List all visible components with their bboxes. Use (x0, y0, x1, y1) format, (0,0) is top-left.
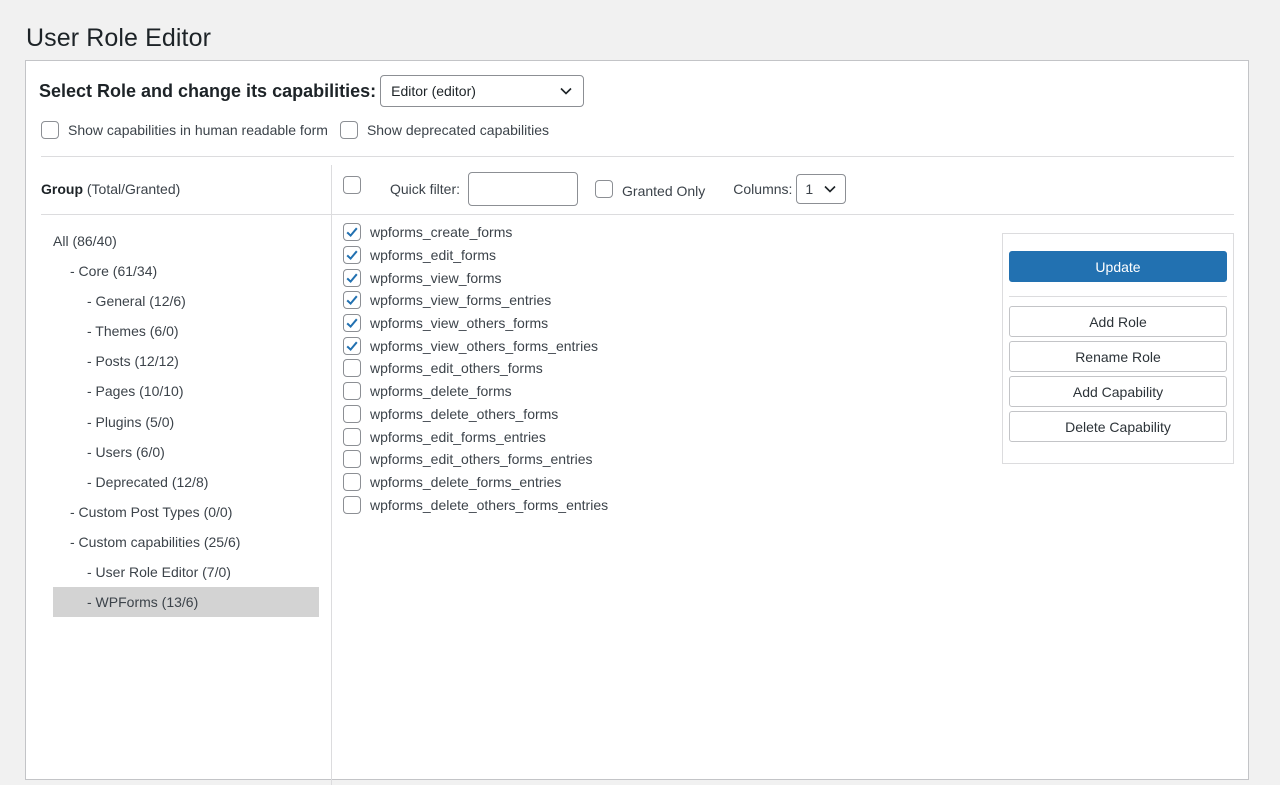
role-select[interactable]: Editor (editor) (380, 75, 585, 107)
update-button[interactable]: Update (1009, 251, 1227, 282)
capability-row: wpforms_create_forms (343, 221, 608, 244)
capability-row: wpforms_view_forms (343, 266, 608, 289)
check-icon (346, 273, 358, 283)
capability-label: wpforms_edit_forms_entries (370, 428, 546, 445)
capability-label: wpforms_edit_others_forms (370, 360, 543, 377)
capability-checkbox[interactable] (343, 223, 361, 242)
group-item[interactable]: - Posts (12/12) (53, 346, 319, 376)
capability-row: wpforms_view_forms_entries (343, 289, 608, 312)
check-icon (346, 250, 358, 261)
quick-filter-input[interactable] (468, 172, 579, 206)
capability-label: wpforms_edit_forms (370, 247, 497, 264)
group-column-header: Group (Total/Granted) (41, 181, 180, 197)
capability-label: wpforms_view_forms (370, 269, 502, 286)
actions-box: Update Add Role Rename Role Add Capabili… (1002, 233, 1234, 464)
quick-filter-label: Quick filter: (390, 181, 461, 197)
capability-label: wpforms_view_others_forms (370, 315, 549, 332)
capability-row: wpforms_view_others_forms_entries (343, 334, 608, 357)
capability-label: wpforms_delete_others_forms_entries (370, 496, 609, 513)
group-item[interactable]: - Core (61/34) (53, 256, 319, 286)
capability-row: wpforms_delete_others_forms_entries (343, 493, 608, 516)
capability-label: wpforms_delete_others_forms (370, 405, 559, 422)
capability-row: wpforms_view_others_forms (343, 312, 608, 335)
capability-label: wpforms_delete_forms_entries (370, 473, 562, 490)
human-readable-checkbox[interactable] (41, 121, 59, 139)
role-select-value: Editor (editor) (391, 83, 476, 99)
add-role-button[interactable]: Add Role (1009, 306, 1227, 337)
granted-only-label: Granted Only (622, 183, 706, 199)
capability-row: wpforms_edit_forms (343, 244, 608, 267)
capability-label: wpforms_view_others_forms_entries (370, 337, 598, 354)
check-icon (346, 295, 358, 306)
divider (41, 214, 1234, 215)
group-header-title: Group (41, 181, 83, 197)
deprecated-label: Show deprecated capabilities (366, 122, 550, 138)
group-item[interactable]: - Pages (10/10) (53, 376, 319, 406)
role-select-label: Select Role and change its capabilities: (39, 80, 377, 101)
rename-role-button[interactable]: Rename Role (1009, 341, 1227, 372)
divider (41, 156, 1234, 157)
group-item[interactable]: - Custom Post Types (0/0) (53, 497, 319, 527)
select-all-checkbox[interactable] (343, 176, 361, 194)
granted-only-checkbox[interactable] (595, 180, 614, 198)
capabilities-toolbar: Quick filter: Granted Only Columns: 1 (343, 171, 847, 207)
capability-checkbox[interactable] (343, 268, 361, 287)
capability-checkbox[interactable] (343, 427, 361, 446)
capability-label: wpforms_create_forms (370, 224, 513, 241)
group-item[interactable]: All (86/40) (53, 226, 319, 256)
capabilities-list: wpforms_create_forms wpforms_edit_formswp… (343, 221, 608, 516)
group-item[interactable]: - Users (6/0) (53, 437, 319, 467)
capability-checkbox[interactable] (343, 359, 361, 378)
check-icon (346, 341, 358, 351)
human-readable-label: Show capabilities in human readable form (68, 122, 328, 138)
chevron-down-icon (560, 87, 572, 95)
group-item[interactable]: - WPForms (13/6) (53, 587, 319, 618)
add-capability-button[interactable]: Add Capability (1009, 376, 1227, 407)
columns-select[interactable]: 1 (796, 174, 847, 204)
capability-checkbox[interactable] (343, 495, 361, 514)
capability-label: wpforms_view_forms_entries (370, 292, 552, 309)
group-tree: All (86/40) - Core (61/34) - General (12/6… (53, 226, 319, 618)
capability-checkbox[interactable] (343, 336, 361, 355)
display-options: Show capabilities in human readable form… (41, 121, 561, 139)
capability-checkbox[interactable] (343, 450, 361, 469)
delete-capability-button[interactable]: Delete Capability (1009, 411, 1227, 442)
deprecated-checkbox[interactable] (339, 121, 358, 139)
group-header-subtitle: (Total/Granted) (86, 181, 181, 197)
check-icon (346, 318, 358, 329)
capability-checkbox[interactable] (343, 382, 361, 401)
capability-row: wpforms_delete_forms_entries (343, 471, 608, 494)
capability-checkbox[interactable] (343, 246, 361, 265)
capability-checkbox[interactable] (343, 472, 361, 491)
columns-select-value: 1 (805, 181, 814, 197)
capability-row: wpforms_edit_others_forms_entries (343, 448, 608, 471)
capability-row: wpforms_delete_others_forms (343, 403, 608, 426)
capability-checkbox[interactable] (343, 314, 361, 333)
group-item[interactable]: - General (12/6) (53, 286, 319, 316)
role-select-row: Select Role and change its capabilities:… (39, 75, 585, 107)
group-item[interactable]: - Deprecated (12/8) (53, 467, 319, 497)
editor-panel: Select Role and change its capabilities:… (25, 60, 1249, 785)
capability-row: wpforms_edit_others_forms (343, 357, 608, 380)
capability-label: wpforms_delete_forms (370, 383, 512, 400)
check-icon (346, 227, 358, 238)
columns-label: Columns: (733, 181, 793, 197)
capability-label: wpforms_edit_others_forms_entries (370, 451, 593, 468)
group-item[interactable]: - Custom capabilities (25/6) (53, 527, 319, 557)
page-title: User Role Editor (26, 24, 211, 52)
group-item[interactable]: - Themes (6/0) (53, 316, 319, 346)
column-divider (331, 165, 332, 785)
capability-row: wpforms_edit_forms_entries (343, 425, 608, 448)
group-item[interactable]: - User Role Editor (7/0) (53, 557, 319, 587)
chevron-down-icon (824, 185, 836, 193)
capability-checkbox[interactable] (343, 291, 361, 310)
group-item[interactable]: - Plugins (5/0) (53, 407, 319, 437)
divider (1009, 296, 1227, 297)
capability-checkbox[interactable] (343, 404, 361, 423)
capability-row: wpforms_delete_forms (343, 380, 608, 403)
